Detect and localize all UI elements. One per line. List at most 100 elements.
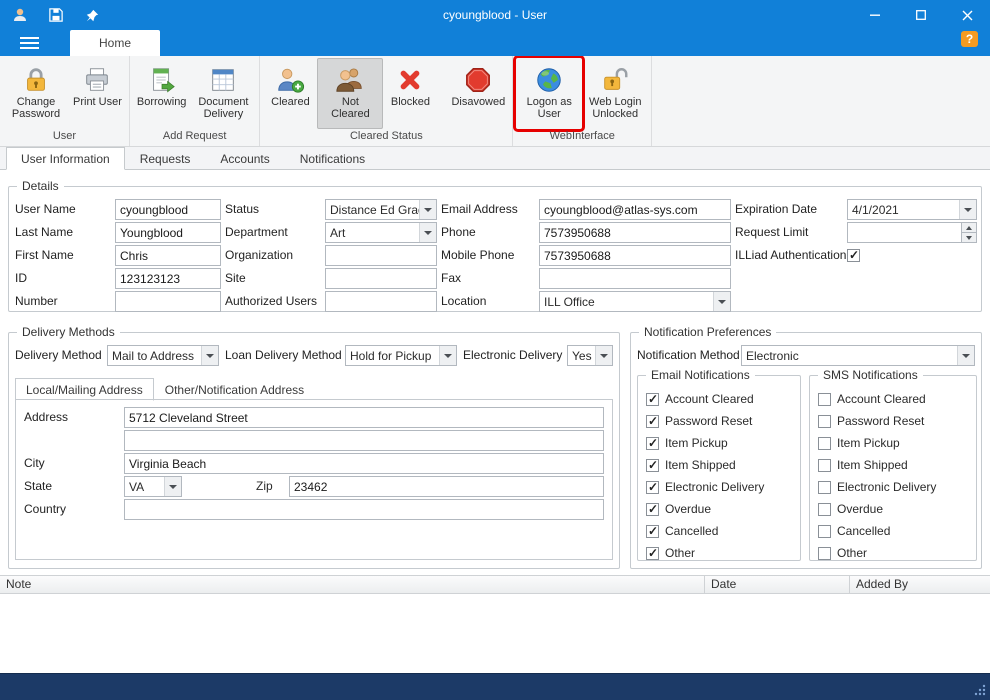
note-column-header[interactable]: Note <box>0 576 705 593</box>
department-combo[interactable]: Art <box>325 222 437 243</box>
first-name-input[interactable] <box>115 245 221 266</box>
delivery-method-combo[interactable]: Mail to Address <box>107 345 219 366</box>
menu-button[interactable] <box>0 30 58 56</box>
checkbox[interactable] <box>646 459 659 472</box>
location-combo[interactable]: ILL Office <box>539 291 731 312</box>
ribbon-tab-home[interactable]: Home <box>70 30 160 56</box>
disavowed-button[interactable]: Disavowed <box>447 58 509 129</box>
minimize-button[interactable] <box>852 0 898 30</box>
illiad-authentication-checkbox[interactable] <box>847 249 860 262</box>
last-name-input[interactable] <box>115 222 221 243</box>
checkbox[interactable] <box>818 525 831 538</box>
email-item-shipped-row[interactable]: Item Shipped <box>646 454 800 476</box>
expiration-date-combo[interactable]: 4/1/2021 <box>847 199 977 220</box>
loan-delivery-method-combo[interactable]: Hold for Pickup <box>345 345 457 366</box>
checkbox[interactable] <box>818 415 831 428</box>
address-line2-input[interactable] <box>124 430 604 451</box>
sms-electronic-delivery-row[interactable]: Electronic Delivery <box>818 476 976 498</box>
checkbox[interactable] <box>646 415 659 428</box>
not-cleared-button[interactable]: Not Cleared <box>317 58 383 129</box>
id-input[interactable] <box>115 268 221 289</box>
organization-input[interactable] <box>325 245 437 266</box>
notification-method-combo[interactable]: Electronic <box>741 345 975 366</box>
date-column-header[interactable]: Date <box>705 576 850 593</box>
chevron-down-icon[interactable] <box>959 200 976 219</box>
added-by-column-header[interactable]: Added By <box>850 576 990 593</box>
user-name-input[interactable] <box>115 199 221 220</box>
authorized-users-input[interactable] <box>325 291 437 312</box>
spin-up-button[interactable] <box>961 222 977 233</box>
sms-account-cleared-row[interactable]: Account Cleared <box>818 388 976 410</box>
blocked-button[interactable]: Blocked <box>383 58 437 129</box>
pin-icon[interactable] <box>82 5 102 25</box>
checkbox[interactable] <box>818 437 831 450</box>
sms-cancelled-row[interactable]: Cancelled <box>818 520 976 542</box>
checkbox[interactable] <box>646 437 659 450</box>
sms-other-row[interactable]: Other <box>818 542 976 564</box>
document-delivery-button[interactable]: Document Delivery <box>190 58 256 129</box>
web-login-unlocked-button[interactable]: Web Login Unlocked <box>582 58 648 129</box>
status-combo[interactable]: Distance Ed Grad <box>325 199 437 220</box>
cleared-button[interactable]: Cleared <box>263 58 317 129</box>
notes-list[interactable] <box>0 594 990 673</box>
checkbox[interactable] <box>818 393 831 406</box>
borrowing-button[interactable]: Borrowing <box>133 58 191 129</box>
checkbox[interactable] <box>818 481 831 494</box>
logon-as-user-button[interactable]: Logon as User <box>516 58 582 129</box>
request-limit-spinner[interactable] <box>847 222 977 243</box>
checkbox[interactable] <box>646 547 659 560</box>
tab-other-notification-address[interactable]: Other/Notification Address <box>154 378 315 401</box>
checkbox[interactable] <box>818 547 831 560</box>
fax-input[interactable] <box>539 268 731 289</box>
request-limit-input[interactable] <box>847 222 961 243</box>
chevron-down-icon[interactable] <box>201 346 218 365</box>
checkbox[interactable] <box>818 459 831 472</box>
phone-input[interactable] <box>539 222 731 243</box>
chevron-down-icon[interactable] <box>713 292 730 311</box>
chevron-down-icon[interactable] <box>419 223 436 242</box>
chevron-down-icon[interactable] <box>957 346 974 365</box>
chevron-down-icon[interactable] <box>419 200 436 219</box>
checkbox[interactable] <box>646 393 659 406</box>
change-password-button[interactable]: Change Password <box>3 58 69 129</box>
zip-input[interactable] <box>289 476 604 497</box>
state-combo[interactable]: VA <box>124 476 182 497</box>
user-icon[interactable] <box>10 5 30 25</box>
tab-requests[interactable]: Requests <box>125 147 206 170</box>
email-other-row[interactable]: Other <box>646 542 800 564</box>
email-account-cleared-row[interactable]: Account Cleared <box>646 388 800 410</box>
save-icon[interactable] <box>46 5 66 25</box>
checkbox[interactable] <box>646 481 659 494</box>
mobile-phone-input[interactable] <box>539 245 731 266</box>
email-password-reset-row[interactable]: Password Reset <box>646 410 800 432</box>
close-button[interactable] <box>944 0 990 30</box>
tab-local-mailing-address[interactable]: Local/Mailing Address <box>15 378 154 401</box>
chevron-down-icon[interactable] <box>439 346 456 365</box>
checkbox[interactable] <box>818 503 831 516</box>
city-input[interactable] <box>124 453 604 474</box>
country-input[interactable] <box>124 499 604 520</box>
tab-user-information[interactable]: User Information <box>6 147 125 170</box>
email-input[interactable] <box>539 199 731 220</box>
tab-accounts[interactable]: Accounts <box>205 147 284 170</box>
address-line1-input[interactable] <box>124 407 604 428</box>
checkbox[interactable] <box>646 503 659 516</box>
sms-overdue-row[interactable]: Overdue <box>818 498 976 520</box>
email-cancelled-row[interactable]: Cancelled <box>646 520 800 542</box>
maximize-button[interactable] <box>898 0 944 30</box>
electronic-delivery-combo[interactable]: Yes <box>567 345 613 366</box>
number-input[interactable] <box>115 291 221 312</box>
email-overdue-row[interactable]: Overdue <box>646 498 800 520</box>
resize-grip-icon[interactable] <box>974 684 986 696</box>
chevron-down-icon[interactable] <box>595 346 612 365</box>
site-input[interactable] <box>325 268 437 289</box>
chevron-down-icon[interactable] <box>164 477 181 496</box>
print-user-button[interactable]: Print User <box>69 58 126 129</box>
sms-item-pickup-row[interactable]: Item Pickup <box>818 432 976 454</box>
sms-item-shipped-row[interactable]: Item Shipped <box>818 454 976 476</box>
email-electronic-delivery-row[interactable]: Electronic Delivery <box>646 476 800 498</box>
tab-notifications[interactable]: Notifications <box>285 147 380 170</box>
email-item-pickup-row[interactable]: Item Pickup <box>646 432 800 454</box>
spin-down-button[interactable] <box>961 233 977 243</box>
sms-password-reset-row[interactable]: Password Reset <box>818 410 976 432</box>
